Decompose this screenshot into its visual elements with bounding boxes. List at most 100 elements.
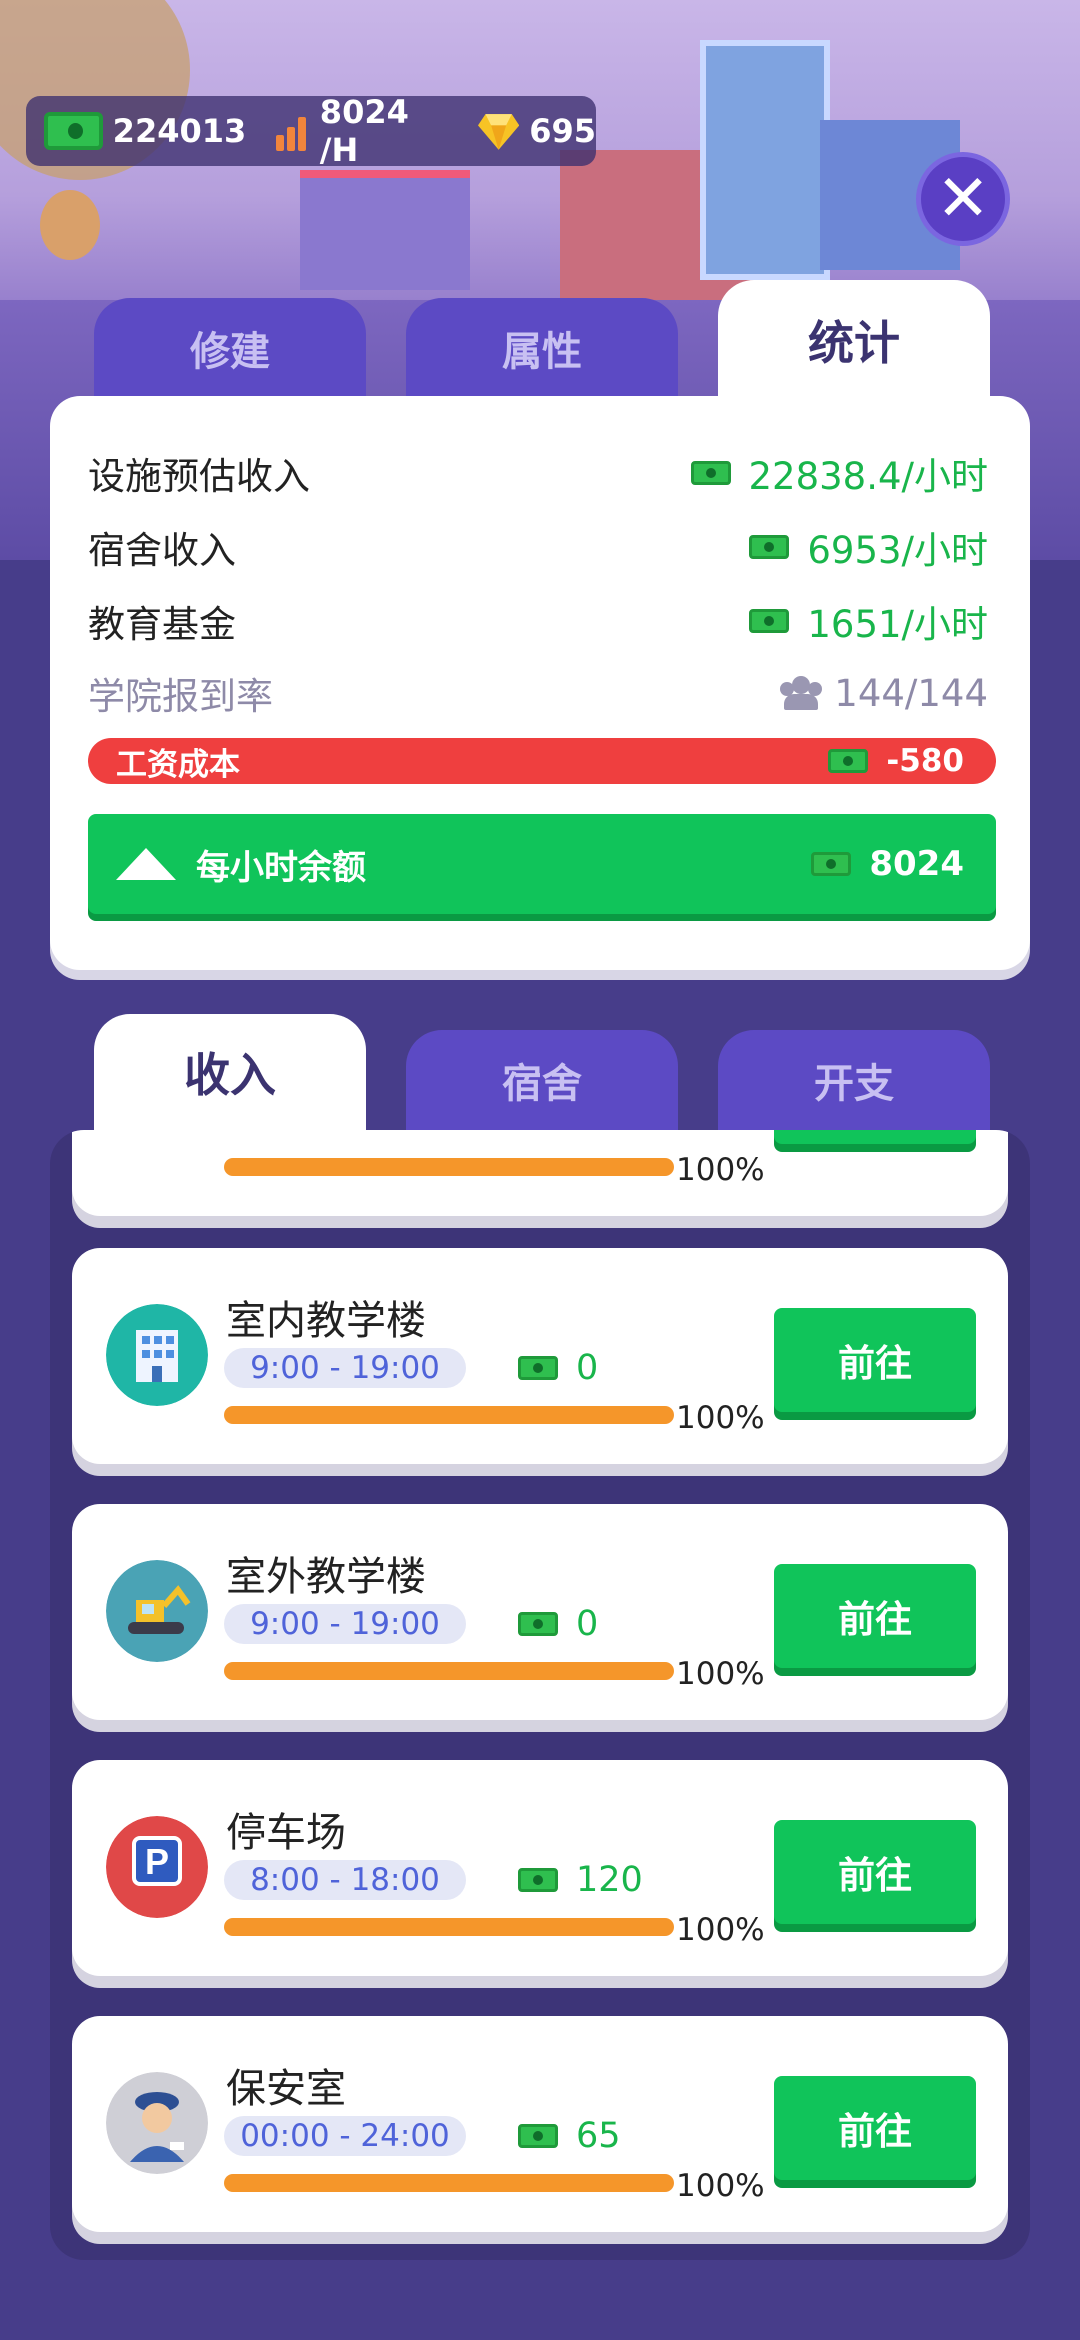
hourly-balance-amount: 8024	[811, 844, 964, 884]
facility-name: 室外教学楼	[226, 1554, 426, 1600]
dorm-income-row: 宿舍收入 6953/小时	[88, 520, 988, 574]
gem-icon	[477, 114, 520, 150]
tab-label: 统计	[808, 316, 900, 370]
facility-income: 120	[518, 1860, 643, 1900]
progress-bar	[224, 1406, 674, 1424]
close-icon: ✕	[936, 162, 990, 236]
progress-percent: 100%	[676, 1152, 765, 1188]
facility-income-value: 0	[576, 1348, 599, 1388]
gem-amount: 695	[529, 112, 596, 150]
row-label: 宿舍收入	[88, 529, 236, 572]
facility-income-value: 120	[576, 1860, 643, 1900]
facility-hours: 9:00 - 19:00	[224, 1348, 466, 1388]
tab-dorm[interactable]: 宿舍	[406, 1030, 678, 1130]
progress-bar	[224, 1158, 674, 1176]
list-item: 室内教学楼 9:00 - 19:00 0 100% 前往	[72, 1248, 1008, 1464]
facility-list[interactable]: 100% 室内教学楼 9:00 - 19:00 0 100% 前往 室外教学楼 …	[50, 1130, 1030, 2260]
facility-name: 停车场	[226, 1810, 346, 1856]
tab-attributes[interactable]: 属性	[406, 298, 678, 398]
cash-icon	[690, 461, 731, 485]
tab-statistics[interactable]: 统计	[718, 280, 990, 400]
facility-income-row: 设施预估收入 22838.4/小时	[88, 446, 988, 500]
building-icon	[106, 1304, 208, 1406]
facility-name: 保安室	[226, 2066, 346, 2112]
progress-percent: 100%	[676, 1400, 765, 1436]
cash-icon	[518, 2124, 558, 2148]
facility-name: 室内教学楼	[226, 1298, 426, 1344]
security-guard-icon	[106, 2072, 208, 2174]
go-button[interactable]: 前往	[774, 1308, 976, 1412]
cash-icon	[749, 609, 790, 633]
go-button[interactable]: 前往	[774, 1820, 976, 1924]
wage-cost-label: 工资成本	[116, 746, 240, 783]
hourly-balance-label-wrap: 每小时余额	[116, 840, 366, 889]
edu-fund-row: 教育基金 1651/小时	[88, 594, 988, 648]
income-rate: 8024 /H	[319, 93, 409, 169]
tab-expenses[interactable]: 开支	[718, 1030, 990, 1130]
building-illustration	[300, 170, 470, 290]
hourly-balance-value: 8024	[869, 844, 964, 884]
facility-income: 0	[518, 1348, 598, 1388]
cash-icon	[518, 1356, 558, 1380]
list-item: P 停车场 8:00 - 18:00 120 100% 前往	[72, 1760, 1008, 1976]
enroll-rate-row: 学院报到率 144/144	[88, 666, 988, 720]
cash-icon	[518, 1612, 558, 1636]
facility-income: 0	[518, 1604, 598, 1644]
tab-label: 修建	[190, 329, 270, 375]
tab-label: 宿舍	[502, 1061, 582, 1107]
facility-income-value: 0	[576, 1604, 599, 1644]
close-button[interactable]: ✕	[916, 152, 1010, 246]
people-icon	[780, 676, 823, 710]
go-button[interactable]: 前往	[774, 2076, 976, 2180]
wage-cost-amount: -580	[828, 743, 964, 779]
row-value: 1651/小时	[749, 594, 988, 648]
cash-icon	[44, 112, 103, 150]
tab-income[interactable]: 收入	[94, 1014, 366, 1130]
list-item: 室外教学楼 9:00 - 19:00 0 100% 前往	[72, 1504, 1008, 1720]
parking-icon: P	[106, 1816, 208, 1918]
row-value: 6953/小时	[749, 520, 988, 574]
facility-hours: 00:00 - 24:00	[224, 2116, 466, 2156]
edu-fund-value: 1651/小时	[807, 603, 988, 646]
progress-percent: 100%	[676, 2168, 765, 2204]
go-button[interactable]: 前往	[774, 1564, 976, 1668]
progress-bar	[224, 1918, 674, 1936]
cash-icon	[749, 535, 790, 559]
cash-icon	[518, 1868, 558, 1892]
excavator-icon	[106, 1560, 208, 1662]
row-label: 教育基金	[88, 603, 236, 646]
dorm-income-value: 6953/小时	[807, 529, 988, 572]
up-arrow-icon	[116, 848, 176, 880]
go-button[interactable]	[774, 1130, 976, 1144]
facility-income: 65	[518, 2116, 621, 2156]
hourly-balance-label: 每小时余额	[196, 847, 366, 888]
svg-text:P: P	[145, 1841, 169, 1882]
currency-bar: 224013 8024 /H 695	[26, 93, 596, 169]
progress-percent: 100%	[676, 1656, 765, 1692]
cash-amount: 224013	[112, 112, 247, 150]
income-rate-icon	[274, 111, 312, 151]
facility-hours: 9:00 - 19:00	[224, 1604, 466, 1644]
list-item: 保安室 00:00 - 24:00 65 100% 前往	[72, 2016, 1008, 2232]
enroll-rate-value: 144/144	[834, 671, 988, 715]
statistics-panel: 设施预估收入 22838.4/小时 宿舍收入 6953/小时 教育基金 1651…	[50, 396, 1030, 970]
cash-icon	[811, 852, 852, 876]
list-item-partial: 100%	[72, 1130, 1008, 1216]
tab-label: 开支	[814, 1061, 894, 1107]
progress-bar	[224, 1662, 674, 1680]
row-value: 144/144	[780, 672, 988, 715]
wage-cost-bar: 工资成本 -580	[88, 738, 996, 784]
tab-label: 属性	[502, 329, 582, 375]
progress-percent: 100%	[676, 1912, 765, 1948]
building-illustration	[700, 40, 830, 280]
tree-icon	[40, 190, 100, 260]
facility-income-value: 65	[576, 2116, 621, 2156]
wage-cost-value: -580	[886, 743, 964, 779]
hourly-balance-bar: 每小时余额 8024	[88, 814, 996, 914]
row-label: 学院报到率	[88, 675, 273, 718]
tab-build[interactable]: 修建	[94, 298, 366, 398]
row-label: 设施预估收入	[88, 455, 310, 498]
row-value: 22838.4/小时	[690, 446, 988, 500]
progress-bar	[224, 2174, 674, 2192]
facility-income-value: 22838.4/小时	[748, 455, 988, 498]
